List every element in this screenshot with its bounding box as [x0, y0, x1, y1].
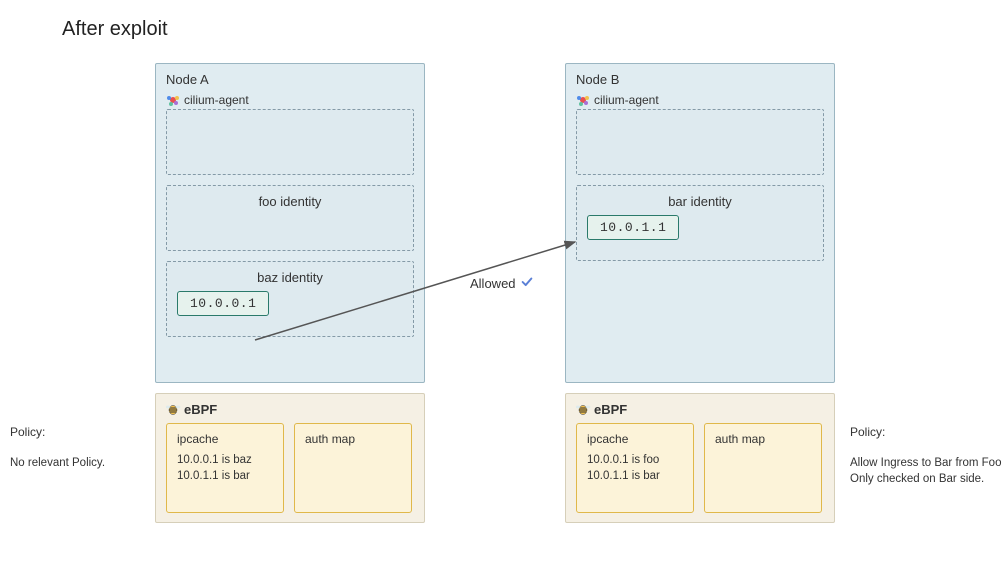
node-b-agent-box [576, 109, 824, 175]
allowed-label: Allowed [470, 275, 534, 292]
authmap-title: auth map [305, 432, 401, 446]
baz-identity-label: baz identity [177, 270, 403, 285]
ebpf-title-a: eBPF [166, 402, 414, 417]
diagram-title: After exploit [62, 18, 168, 41]
cilium-icon [576, 93, 590, 107]
policy-b-line1: Allow Ingress to Bar from Foo [850, 455, 1005, 471]
ebpf-label: eBPF [594, 402, 627, 417]
allowed-text: Allowed [470, 276, 516, 291]
check-icon [520, 275, 534, 292]
cilium-agent-label: cilium-agent [184, 93, 249, 107]
cilium-icon [166, 93, 180, 107]
node-a-ip: 10.0.0.1 [177, 291, 269, 316]
policy-b-line2: Only checked on Bar side. [850, 471, 1005, 487]
node-a-agent: cilium-agent [166, 93, 414, 107]
authmap-a: auth map [294, 423, 412, 513]
bee-icon [166, 403, 181, 416]
node-a-title: Node A [166, 72, 414, 87]
node-b-title: Node B [576, 72, 824, 87]
ipcache-title: ipcache [587, 432, 683, 446]
policy-a-label: Policy: [10, 425, 45, 439]
node-b-identity-bar: bar identity 10.0.1.1 [576, 185, 824, 261]
cilium-agent-label: cilium-agent [594, 93, 659, 107]
node-b-ip: 10.0.1.1 [587, 215, 679, 240]
ebpf-title-b: eBPF [576, 402, 824, 417]
ipcache-title: ipcache [177, 432, 273, 446]
ipcache-a-line1: 10.0.0.1 is baz [177, 452, 273, 468]
ipcache-b-line1: 10.0.0.1 is foo [587, 452, 683, 468]
ebpf-b-box: eBPF ipcache 10.0.0.1 is foo 10.0.1.1 is… [565, 393, 835, 523]
authmap-title: auth map [715, 432, 811, 446]
ipcache-b-line2: 10.0.1.1 is bar [587, 468, 683, 484]
foo-identity-label: foo identity [177, 194, 403, 209]
ipcache-a-line2: 10.0.1.1 is bar [177, 468, 273, 484]
ipcache-b: ipcache 10.0.0.1 is foo 10.0.1.1 is bar [576, 423, 694, 513]
ebpf-label: eBPF [184, 402, 217, 417]
policy-b-text: Allow Ingress to Bar from Foo Only check… [850, 455, 1005, 487]
ipcache-a: ipcache 10.0.0.1 is baz 10.0.1.1 is bar [166, 423, 284, 513]
policy-b-label: Policy: [850, 425, 885, 439]
node-a-identity-foo: foo identity [166, 185, 414, 251]
bar-identity-label: bar identity [587, 194, 813, 209]
node-a-box: Node A cilium-agent foo identity baz ide… [155, 63, 425, 383]
ebpf-a-box: eBPF ipcache 10.0.0.1 is baz 10.0.1.1 is… [155, 393, 425, 523]
node-b-box: Node B cilium-agent bar identity 10.0.1.… [565, 63, 835, 383]
policy-a-text: No relevant Policy. [10, 455, 105, 471]
node-a-agent-box [166, 109, 414, 175]
node-b-agent: cilium-agent [576, 93, 824, 107]
node-a-identity-baz: baz identity 10.0.0.1 [166, 261, 414, 337]
authmap-b: auth map [704, 423, 822, 513]
bee-icon [576, 403, 591, 416]
